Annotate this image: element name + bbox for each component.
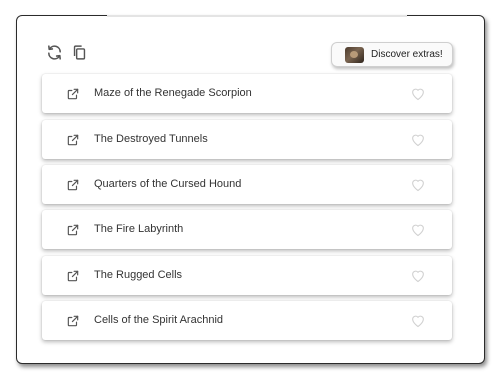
- item-title: Quarters of the Cursed Hound: [94, 178, 242, 190]
- toolbar: Discover extras!: [17, 16, 484, 74]
- list-item[interactable]: Quarters of the Cursed Hound: [42, 165, 452, 204]
- list-item[interactable]: The Destroyed Tunnels: [42, 120, 452, 159]
- refresh-icon[interactable]: [45, 43, 63, 61]
- heart-icon[interactable]: [410, 86, 426, 101]
- share-icon[interactable]: [66, 87, 80, 101]
- share-icon[interactable]: [66, 223, 80, 237]
- list-item[interactable]: Maze of the Renegade Scorpion: [42, 74, 452, 113]
- list-item[interactable]: Cells of the Spirit Arachnid: [42, 301, 452, 340]
- discover-extras-label: Discover extras!: [371, 49, 443, 60]
- game-thumbnail-icon: [345, 46, 364, 63]
- item-title: Maze of the Renegade Scorpion: [94, 87, 252, 99]
- discover-extras-button[interactable]: Discover extras!: [331, 42, 453, 67]
- item-title: The Destroyed Tunnels: [94, 133, 208, 145]
- copy-icon[interactable]: [70, 43, 88, 61]
- list-item[interactable]: The Fire Labyrinth: [42, 210, 452, 249]
- list-item[interactable]: The Rugged Cells: [42, 256, 452, 295]
- item-title: The Fire Labyrinth: [94, 223, 184, 235]
- share-icon[interactable]: [66, 133, 80, 147]
- share-icon[interactable]: [66, 314, 80, 328]
- heart-icon[interactable]: [410, 313, 426, 328]
- share-icon[interactable]: [66, 269, 80, 283]
- app-window: Discover extras! Maze of the Renegade Sc…: [16, 15, 485, 364]
- heart-icon[interactable]: [410, 177, 426, 192]
- heart-icon[interactable]: [410, 268, 426, 283]
- share-icon[interactable]: [66, 178, 80, 192]
- heart-icon[interactable]: [410, 222, 426, 237]
- item-title: Cells of the Spirit Arachnid: [94, 314, 224, 326]
- heart-icon[interactable]: [410, 132, 426, 147]
- item-title: The Rugged Cells: [94, 269, 183, 281]
